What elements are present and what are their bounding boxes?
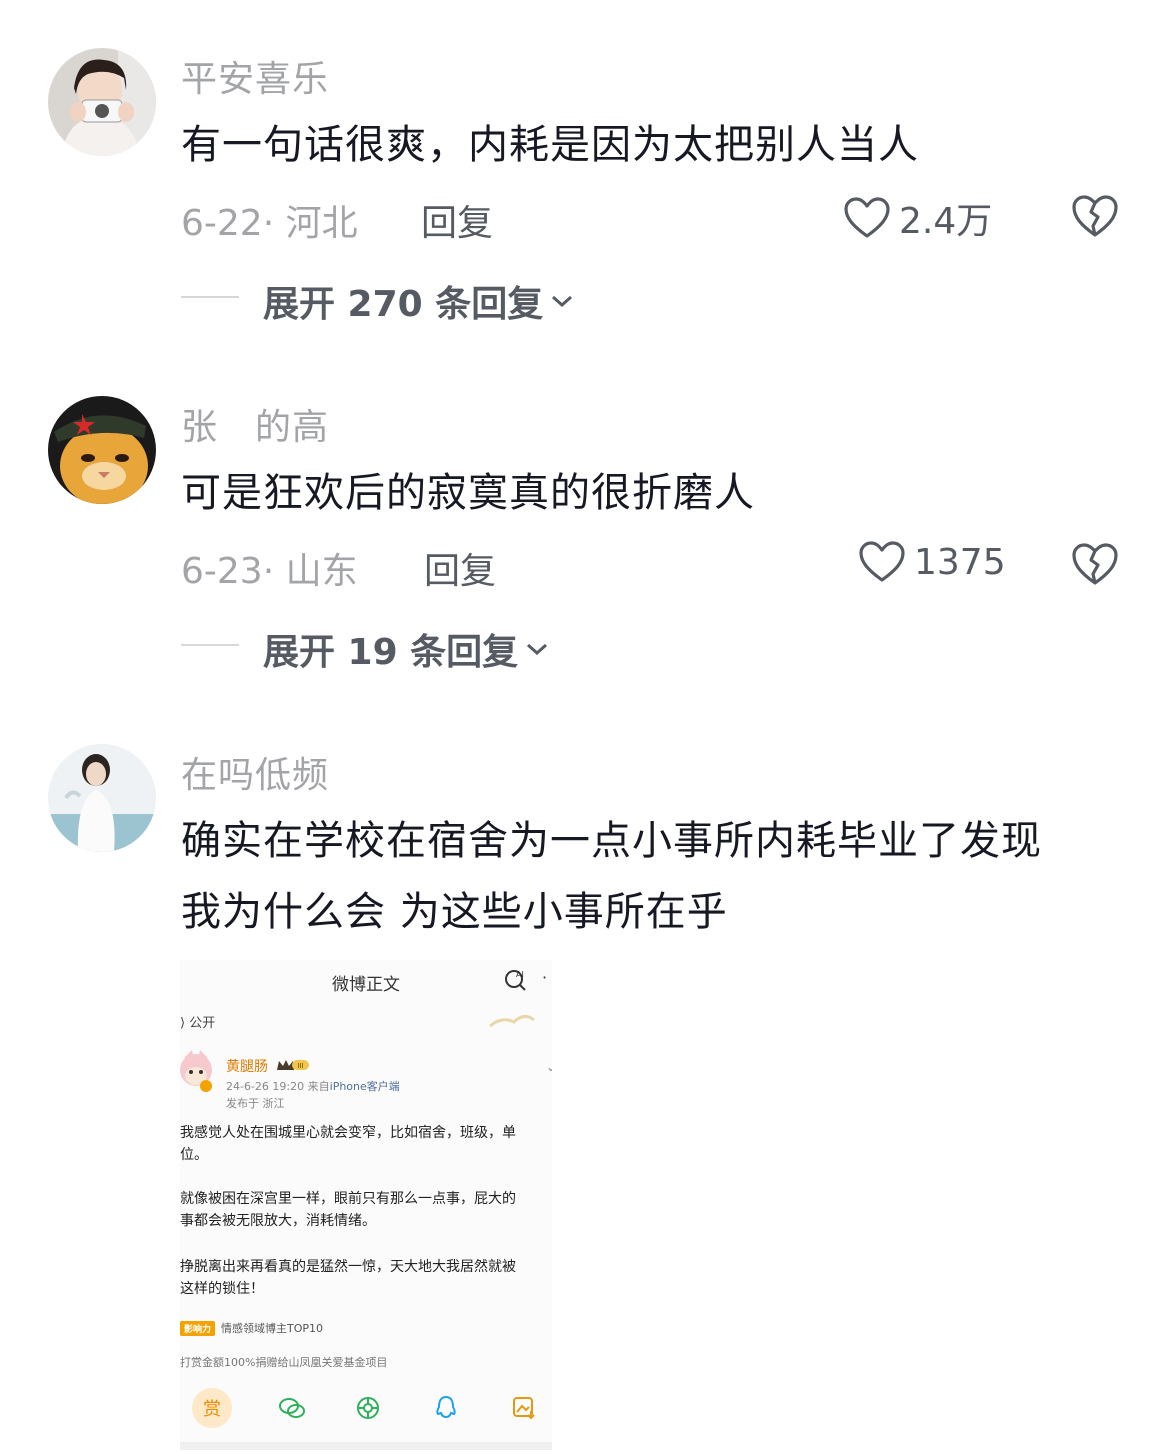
comment-date: 6-22 <box>181 203 263 244</box>
chevron-down-icon <box>527 643 548 656</box>
avatar-zaimadipin[interactable] <box>48 744 156 852</box>
broken-heart-icon[interactable] <box>1070 193 1120 239</box>
moments-icon <box>348 1388 388 1428</box>
embed-share-bar: 赏 <box>180 1388 552 1428</box>
embed-avatar <box>180 1050 212 1092</box>
comment-text[interactable]: 可是狂欢后的寂寞真的很折磨人 <box>181 458 755 528</box>
avatar-pinganxile[interactable] <box>48 48 156 156</box>
comment-username[interactable]: 平安喜乐 <box>181 50 329 102</box>
embed-body-line: 事都会被无限放大，消耗情绪。 <box>180 1213 376 1229</box>
like-button[interactable]: 1375 <box>858 540 1006 584</box>
comment-text-line-2[interactable]: 我为什么会 为这些小事所在乎 <box>181 877 728 947</box>
embed-visibility: ⟩ 公开 <box>180 1016 216 1031</box>
comment-location: 山东 <box>285 551 358 592</box>
comment-location: 河北 <box>285 203 358 244</box>
embed-body-line: 我感觉人处在围城里心就会变窄，比如宿舍，班级，单 <box>180 1125 516 1141</box>
heart-outline-icon <box>844 197 890 238</box>
meta-separator: · <box>262 551 275 592</box>
decoration-icon <box>489 1015 535 1028</box>
embed-body-line: 就像被困在深宫里一样，眼前只有那么一点事，屁大的 <box>180 1191 516 1207</box>
comment-meta: 6-23· 山东 <box>181 542 358 594</box>
embed-bottom-bar <box>180 1442 552 1450</box>
expand-replies-button[interactable]: 展开 270 条回复 <box>263 275 575 327</box>
expand-label: 展开 19 条回复 <box>263 632 519 673</box>
qq-icon <box>426 1388 466 1428</box>
ai-search-icon: AI <box>505 970 526 991</box>
expand-divider <box>181 296 239 298</box>
embed-body-line: 这样的锁住！ <box>180 1281 264 1297</box>
embed-donate-note: 打赏金额100%捐赠给山凤凰关爱基金项目 <box>180 1356 388 1369</box>
comment-username[interactable]: 张 的高 <box>181 398 329 450</box>
reply-button[interactable]: 回复 <box>421 194 493 246</box>
embed-body-line: 位。 <box>180 1147 208 1163</box>
expand-replies-button[interactable]: 展开 19 条回复 <box>263 623 550 675</box>
comment-username[interactable]: 在吗低频 <box>181 746 329 798</box>
svg-text:III: III <box>297 1062 303 1070</box>
reward-icon: 赏 <box>192 1388 232 1428</box>
meta-separator: · <box>262 203 275 244</box>
like-count: 1375 <box>914 541 1006 583</box>
avatar-cat[interactable] <box>48 396 156 504</box>
attached-image[interactable]: 微博正文 AI · ⟩ 公开 黄腿肠 III ⌄ 24-6-26 19:20 来… <box>180 960 552 1450</box>
expand-divider <box>181 644 239 646</box>
embed-author: 黄腿肠 <box>226 1059 268 1075</box>
embed-more-dot: · <box>542 968 548 987</box>
comment-meta: 6-22· 河北 <box>181 194 358 246</box>
chevron-down-icon <box>552 295 573 308</box>
embed-caret: ⌄ <box>546 1060 552 1074</box>
comment-text-line-1[interactable]: 确实在学校在宿舍为一点小事所内耗毕业了发现 <box>181 806 1042 876</box>
comment-text[interactable]: 有一句话很爽，内耗是因为太把别人当人 <box>181 110 919 180</box>
embed-influence-tag: 影响力 情感领域博主TOP10 <box>180 1320 323 1336</box>
save-image-icon <box>504 1388 544 1428</box>
embed-location: 发布于 浙江 <box>226 1097 285 1110</box>
embed-page-title: 微博正文 <box>332 975 400 995</box>
embed-body-line: 挣脱离出来再看真的是猛然一惊，天大地大我居然就被 <box>180 1259 516 1275</box>
like-count: 2.4万 <box>899 201 993 242</box>
wechat-icon <box>272 1388 312 1428</box>
svg-text:AI: AI <box>516 970 524 979</box>
vip-crown-icon: III <box>277 1060 309 1070</box>
heart-outline-icon <box>859 541 905 582</box>
reply-button[interactable]: 回复 <box>424 542 496 594</box>
broken-heart-icon[interactable] <box>1070 541 1120 587</box>
expand-label: 展开 270 条回复 <box>263 284 544 325</box>
comment-date: 6-23 <box>181 551 263 592</box>
like-button[interactable]: 2.4万 <box>843 192 992 244</box>
embed-time: 24-6-26 19:20 来自iPhone客户端 <box>226 1080 400 1093</box>
